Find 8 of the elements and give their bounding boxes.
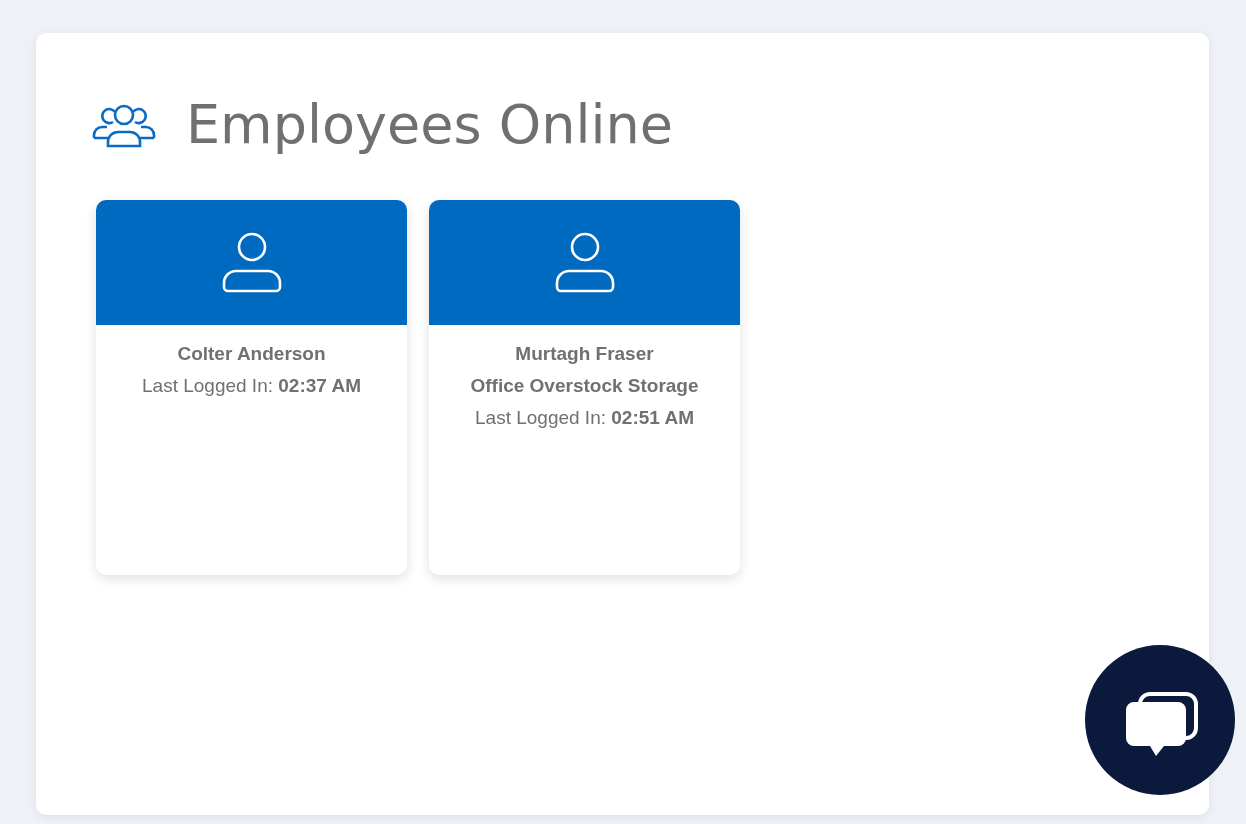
employee-name: Colter Anderson <box>177 342 326 365</box>
employee-location: Office Overstock Storage <box>470 374 699 397</box>
panel-title: Employees Online <box>186 93 673 158</box>
user-icon <box>553 231 616 294</box>
user-icon <box>220 231 283 294</box>
last-login-text: Last Logged In: 02:37 AM <box>142 374 361 397</box>
employee-name: Murtagh Fraser <box>515 342 654 365</box>
last-login-text: Last Logged In: 02:51 AM <box>475 406 694 429</box>
